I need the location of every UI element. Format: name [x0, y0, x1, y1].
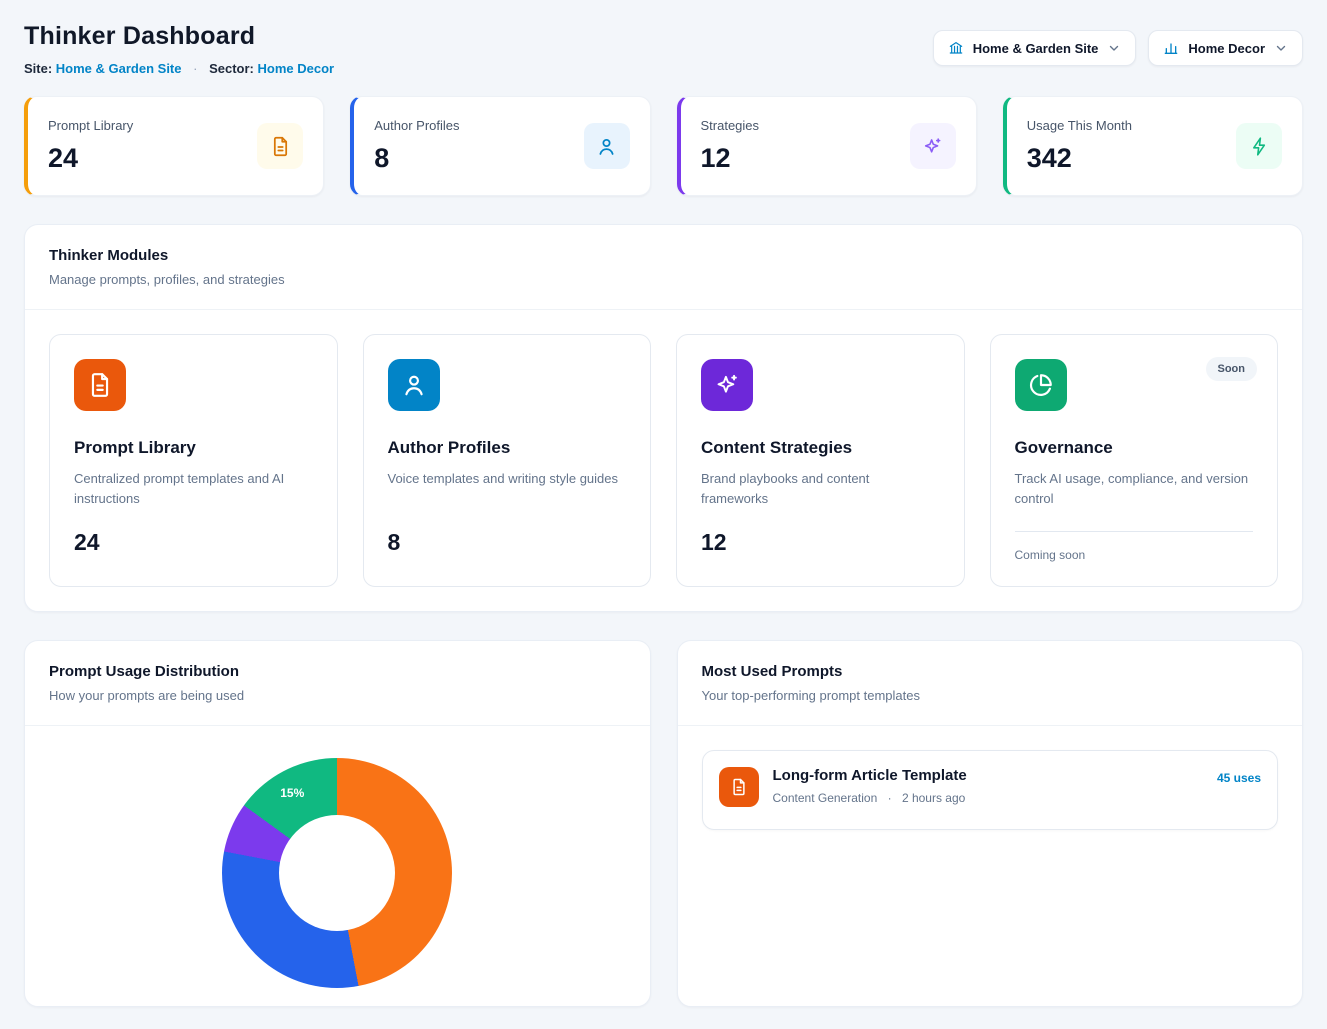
- site-selector-label: Home & Garden Site: [973, 41, 1099, 56]
- building-icon: [948, 40, 964, 56]
- stat-value: 342: [1027, 143, 1132, 174]
- stat-value: 12: [701, 143, 760, 174]
- usage-subtitle: How your prompts are being used: [49, 688, 626, 703]
- person-icon: [401, 372, 427, 398]
- stat-label: Strategies: [701, 118, 760, 133]
- site-sector-line: Site: Home & Garden Site · Sector: Home …: [24, 61, 334, 76]
- header-selectors: Home & Garden Site Home Decor: [933, 22, 1303, 66]
- stat-card-author-profiles: Author Profiles 8: [350, 96, 650, 196]
- prompt-meta: Content Generation · 2 hours ago: [773, 791, 1203, 805]
- separator-dot: ·: [193, 61, 197, 76]
- module-description: Voice templates and writing style guides: [388, 469, 627, 509]
- donut-segment-label: 15%: [280, 786, 304, 800]
- chart-body: 15%: [25, 726, 650, 1006]
- module-count: 24: [74, 529, 313, 556]
- site-selector-button[interactable]: Home & Garden Site: [933, 30, 1137, 66]
- prompts-title: Most Used Prompts: [702, 663, 1279, 680]
- module-description: Centralized prompt templates and AI inst…: [74, 469, 313, 509]
- module-icon-tile: [701, 359, 753, 411]
- modules-panel: Thinker Modules Manage prompts, profiles…: [24, 224, 1303, 612]
- module-card-author-profiles[interactable]: Author Profiles Voice templates and writ…: [363, 334, 652, 587]
- document-icon: [87, 372, 113, 398]
- prompt-timestamp: 2 hours ago: [902, 791, 965, 805]
- prompt-category: Content Generation: [773, 791, 878, 805]
- prompt-title: Long-form Article Template: [773, 767, 1203, 784]
- prompt-list-item[interactable]: Long-form Article Template Content Gener…: [702, 750, 1279, 830]
- dashboard-page: Thinker Dashboard Site: Home & Garden Si…: [0, 0, 1327, 1029]
- stat-label: Prompt Library: [48, 118, 133, 133]
- module-icon-tile: [388, 359, 440, 411]
- module-title: Prompt Library: [74, 438, 313, 458]
- donut-chart: 15%: [222, 758, 452, 988]
- modules-grid: Prompt Library Centralized prompt templa…: [25, 310, 1302, 611]
- chevron-down-icon: [1107, 41, 1121, 55]
- header: Thinker Dashboard Site: Home & Garden Si…: [24, 22, 1303, 76]
- sparkle-icon: [714, 372, 740, 398]
- module-divider: [1015, 531, 1254, 532]
- stat-icon-box: [910, 123, 956, 169]
- sparkle-icon: [922, 136, 943, 157]
- stat-text: Prompt Library 24: [48, 118, 133, 174]
- separator-dot: ·: [888, 791, 892, 805]
- prompts-list: Long-form Article Template Content Gener…: [678, 726, 1303, 854]
- module-count: 12: [701, 529, 940, 556]
- person-icon: [596, 136, 617, 157]
- prompt-icon-tile: [719, 767, 759, 807]
- modules-subtitle: Manage prompts, profiles, and strategies: [49, 272, 1278, 287]
- stat-text: Strategies 12: [701, 118, 760, 174]
- header-left: Thinker Dashboard Site: Home & Garden Si…: [24, 22, 334, 76]
- chevron-down-icon: [1274, 41, 1288, 55]
- lightning-icon: [1249, 136, 1270, 157]
- pie-chart-icon: [1028, 372, 1054, 398]
- coming-soon-text: Coming soon: [1015, 548, 1254, 562]
- most-used-prompts-card: Most Used Prompts Your top-performing pr…: [677, 640, 1304, 1007]
- bottom-row: Prompt Usage Distribution How your promp…: [24, 612, 1303, 1007]
- stats-row: Prompt Library 24 Author Profiles 8 Stra…: [24, 96, 1303, 196]
- bar-chart-icon: [1163, 40, 1179, 56]
- module-description: Track AI usage, compliance, and version …: [1015, 469, 1254, 509]
- stat-value: 8: [374, 143, 459, 174]
- module-count: 8: [388, 529, 627, 556]
- stat-text: Usage This Month 342: [1027, 118, 1132, 174]
- modules-panel-header: Thinker Modules Manage prompts, profiles…: [25, 225, 1302, 310]
- module-title: Governance: [1015, 438, 1254, 458]
- sector-selector-button[interactable]: Home Decor: [1148, 30, 1303, 66]
- module-card-governance[interactable]: Soon Governance Track AI usage, complian…: [990, 334, 1279, 587]
- stat-icon-box: [584, 123, 630, 169]
- usage-distribution-card: Prompt Usage Distribution How your promp…: [24, 640, 651, 1007]
- stat-value: 24: [48, 143, 133, 174]
- module-icon-tile: [74, 359, 126, 411]
- module-card-prompt-library[interactable]: Prompt Library Centralized prompt templa…: [49, 334, 338, 587]
- sector-link[interactable]: Home Decor: [258, 61, 335, 76]
- module-card-content-strategies[interactable]: Content Strategies Brand playbooks and c…: [676, 334, 965, 587]
- stat-icon-box: [257, 123, 303, 169]
- usage-card-header: Prompt Usage Distribution How your promp…: [25, 641, 650, 726]
- module-icon-tile: [1015, 359, 1067, 411]
- stat-label: Author Profiles: [374, 118, 459, 133]
- page-title: Thinker Dashboard: [24, 22, 334, 51]
- stat-card-usage: Usage This Month 342: [1003, 96, 1303, 196]
- stat-icon-box: [1236, 123, 1282, 169]
- module-title: Author Profiles: [388, 438, 627, 458]
- module-description: Brand playbooks and content frameworks: [701, 469, 940, 509]
- site-link[interactable]: Home & Garden Site: [56, 61, 182, 76]
- prompts-card-header: Most Used Prompts Your top-performing pr…: [678, 641, 1303, 726]
- soon-badge: Soon: [1206, 357, 1258, 381]
- site-label: Site:: [24, 61, 52, 76]
- document-icon: [270, 136, 291, 157]
- stat-label: Usage This Month: [1027, 118, 1132, 133]
- sector-label: Sector:: [209, 61, 254, 76]
- prompt-uses-badge: 45 uses: [1217, 771, 1261, 785]
- sector-selector-label: Home Decor: [1188, 41, 1265, 56]
- module-title: Content Strategies: [701, 438, 940, 458]
- prompt-info: Long-form Article Template Content Gener…: [773, 767, 1203, 805]
- document-icon: [730, 778, 748, 796]
- modules-title: Thinker Modules: [49, 247, 1278, 264]
- stat-card-strategies: Strategies 12: [677, 96, 977, 196]
- stat-text: Author Profiles 8: [374, 118, 459, 174]
- stat-card-prompt-library: Prompt Library 24: [24, 96, 324, 196]
- usage-title: Prompt Usage Distribution: [49, 663, 626, 680]
- prompts-subtitle: Your top-performing prompt templates: [702, 688, 1279, 703]
